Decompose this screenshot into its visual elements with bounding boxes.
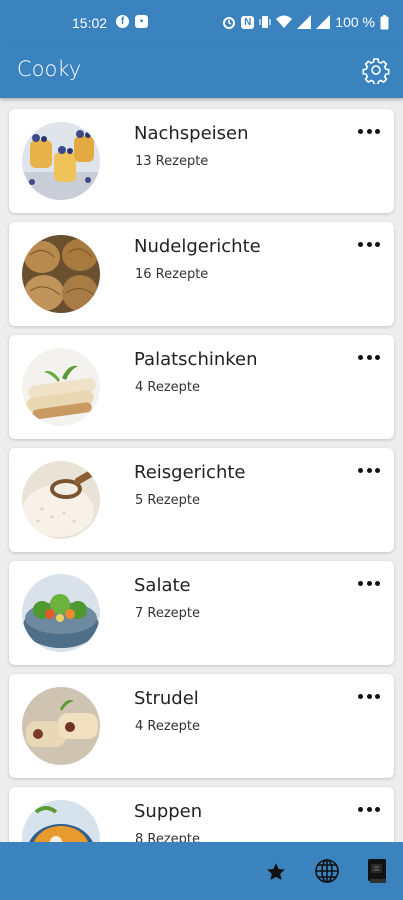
- category-card-nudelgerichte[interactable]: Nudelgerichte 16 Rezepte: [9, 222, 394, 326]
- category-count: 8 Rezepte: [135, 832, 201, 842]
- status-bar: 15:02 f ▪ N 100 %: [0, 0, 403, 44]
- gear-icon[interactable]: [362, 56, 390, 84]
- more-options-icon[interactable]: [358, 805, 380, 813]
- category-name: Reisgerichte: [134, 462, 246, 483]
- category-name: Strudel: [134, 688, 199, 709]
- category-card-salate[interactable]: Salate 7 Rezepte: [9, 561, 394, 665]
- globe-icon[interactable]: [314, 858, 340, 884]
- star-icon[interactable]: [265, 861, 287, 883]
- category-list[interactable]: Nachspeisen 13 Rezepte Nudelgerichte 16 …: [0, 98, 403, 842]
- category-card-nachspeisen[interactable]: Nachspeisen 13 Rezepte: [9, 109, 394, 213]
- category-image-suppen: [22, 800, 100, 842]
- category-count: 4 Rezepte: [135, 719, 201, 734]
- category-count: 13 Rezepte: [135, 154, 209, 169]
- category-card-reisgerichte[interactable]: Reisgerichte 5 Rezepte: [9, 448, 394, 552]
- more-options-icon[interactable]: [358, 353, 380, 361]
- category-name: Nachspeisen: [134, 123, 249, 144]
- category-image-salate: [22, 574, 100, 652]
- more-options-icon[interactable]: [358, 692, 380, 700]
- battery-icon: [380, 14, 389, 29]
- bottom-navigation: [0, 842, 403, 900]
- category-name: Palatschinken: [134, 349, 258, 370]
- category-card-strudel[interactable]: Strudel 4 Rezepte: [9, 674, 394, 778]
- vibrate-icon: [259, 16, 271, 28]
- category-image-reisgerichte: [22, 461, 100, 539]
- category-card-suppen[interactable]: Suppen 8 Rezepte: [9, 787, 394, 842]
- f-notification-icon: f: [116, 15, 129, 28]
- more-options-icon[interactable]: [358, 579, 380, 587]
- signal-icon: [297, 15, 312, 29]
- image-notification-icon: ▪: [135, 15, 148, 28]
- more-options-icon[interactable]: [358, 240, 380, 248]
- category-image-strudel: [22, 687, 100, 765]
- category-count: 5 Rezepte: [135, 493, 201, 508]
- book-icon[interactable]: [366, 858, 388, 884]
- battery-level: 100 %: [335, 14, 375, 30]
- status-time: 15:02: [72, 15, 108, 31]
- nfc-icon: N: [241, 15, 255, 29]
- category-image-nachspeisen: [22, 122, 100, 200]
- more-options-icon[interactable]: [358, 466, 380, 474]
- app-bar: Cooky: [0, 44, 403, 98]
- category-count: 4 Rezepte: [135, 380, 201, 395]
- category-card-palatschinken[interactable]: Palatschinken 4 Rezepte: [9, 335, 394, 439]
- category-name: Suppen: [134, 801, 203, 822]
- category-image-palatschinken: [22, 348, 100, 426]
- category-count: 7 Rezepte: [135, 606, 201, 621]
- category-name: Nudelgerichte: [134, 236, 261, 257]
- wifi-icon: [276, 15, 293, 28]
- signal-icon-2: [316, 15, 331, 29]
- category-name: Salate: [134, 575, 191, 596]
- category-count: 16 Rezepte: [135, 267, 209, 282]
- category-image-nudelgerichte: [22, 235, 100, 313]
- app-title: Cooky: [17, 57, 82, 81]
- alarm-icon: [223, 17, 236, 29]
- more-options-icon[interactable]: [358, 127, 380, 135]
